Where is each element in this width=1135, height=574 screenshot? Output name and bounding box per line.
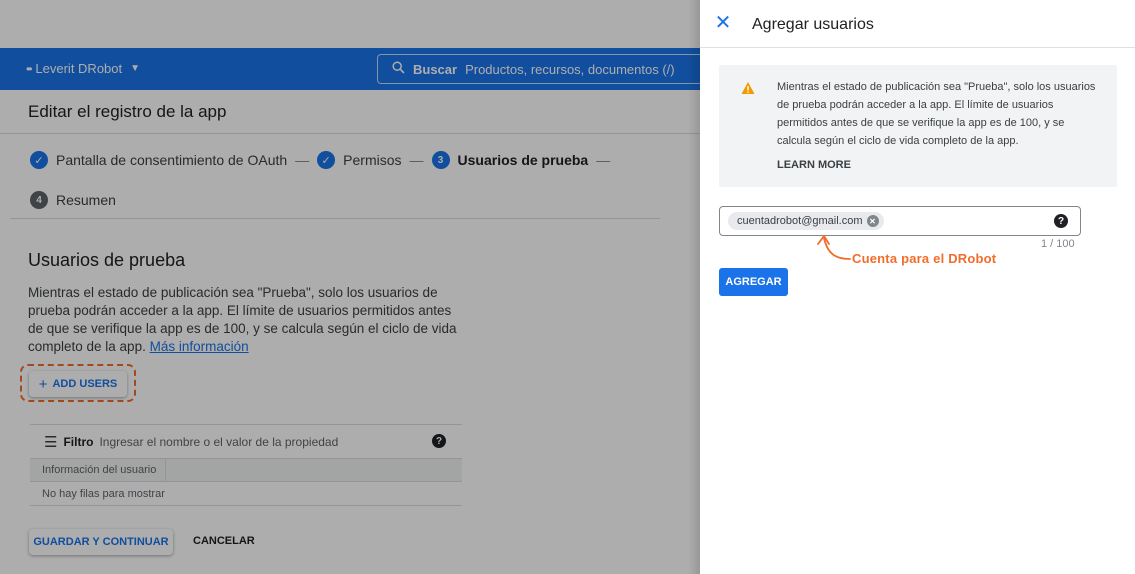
background-page: •• Leverit DRobot ▼ Buscar Productos, re… [0,0,700,574]
chip-remove-icon[interactable]: ✕ [866,215,879,227]
add-button[interactable]: AGREGAR [719,268,788,296]
panel-title: Agregar usuarios [752,16,874,33]
close-icon[interactable]: ✕ [714,13,732,33]
panel-header: ✕ Agregar usuarios [700,0,1135,48]
email-input[interactable]: cuentadrobot@gmail.com ✕ ? [719,206,1081,236]
warning-box: Mientras el estado de publicación sea "P… [719,65,1117,187]
char-counter: 1 / 100 [1041,238,1075,250]
modal-overlay[interactable] [0,0,700,574]
warning-text: Mientras el estado de publicación sea "P… [777,81,1096,147]
learn-more-link[interactable]: LEARN MORE [777,159,851,171]
add-users-panel: ✕ Agregar usuarios Mientras el estado de… [700,0,1135,574]
annotation-label: Cuenta para el DRobot [852,251,997,266]
help-icon[interactable]: ? [1054,214,1068,228]
annotation-arrow-icon [817,235,851,260]
warning-icon [741,82,755,94]
panel-shadow [688,0,700,574]
email-chip: cuentadrobot@gmail.com ✕ [728,212,884,230]
